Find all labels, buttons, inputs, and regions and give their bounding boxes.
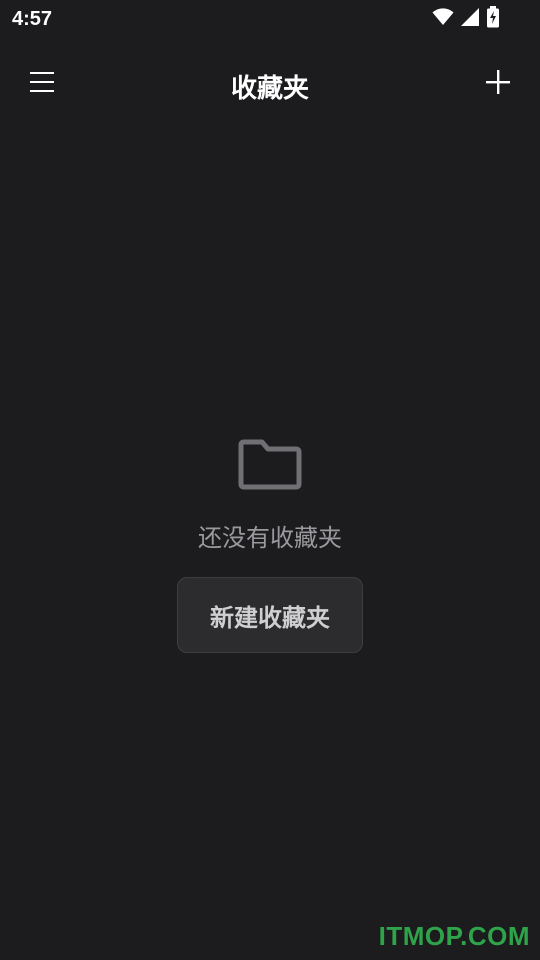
page-title: 收藏夹: [230, 74, 309, 104]
empty-state: 还没有收藏夹 新建收藏夹: [0, 432, 540, 653]
status-bar: 4:57: [0, 0, 540, 38]
folder-icon: [238, 432, 302, 492]
new-folder-button[interactable]: 新建收藏夹: [177, 577, 363, 653]
status-icons: [432, 6, 500, 28]
screen: 4:57 收藏夹 还没有收藏夹 新建收藏夹 ITMOP.COM: [0, 0, 540, 960]
plus-icon: [486, 70, 510, 98]
battery-charging-icon: [486, 6, 500, 28]
wifi-icon: [432, 8, 454, 26]
signal-icon: [460, 7, 480, 27]
app-bar: 收藏夹: [0, 56, 540, 112]
add-button[interactable]: [476, 62, 520, 106]
status-time: 4:57: [12, 8, 53, 30]
empty-message: 还没有收藏夹: [198, 524, 342, 552]
watermark: ITMOP.COM: [378, 921, 530, 951]
